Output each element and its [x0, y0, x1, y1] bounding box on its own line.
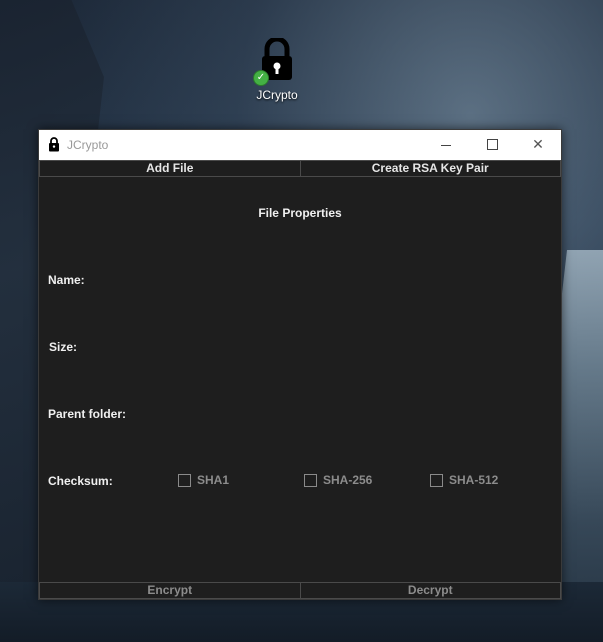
- checkbox-box: [304, 473, 317, 487]
- add-file-button[interactable]: Add File: [39, 160, 301, 177]
- sha256-label: SHA-256: [323, 473, 373, 487]
- window-title: JCrypto: [67, 138, 109, 152]
- parent-folder-label: Parent folder:: [48, 407, 127, 421]
- create-rsa-key-pair-button[interactable]: Create RSA Key Pair: [300, 160, 561, 177]
- top-toolbar: Add File Create RSA Key Pair: [39, 160, 561, 177]
- decrypt-button[interactable]: Decrypt: [300, 582, 561, 599]
- maximize-icon: [487, 139, 498, 150]
- sha256-checkbox[interactable]: SHA-256: [304, 473, 372, 487]
- encrypt-button[interactable]: Encrypt: [39, 582, 301, 599]
- checksum-label: Checksum:: [48, 474, 113, 488]
- desktop-icon-label: JCrypto: [256, 88, 298, 102]
- checkmark-badge-icon: ✓: [253, 70, 269, 86]
- padlock-icon: [49, 137, 59, 152]
- bottom-action-bar: Encrypt Decrypt: [39, 582, 561, 599]
- app-window: JCrypto ✕ Add File Create RSA Key Pair F…: [38, 129, 562, 600]
- close-icon: ✕: [532, 137, 544, 153]
- file-properties-heading: File Properties: [258, 206, 342, 220]
- sha1-checkbox[interactable]: SHA1: [178, 473, 229, 487]
- size-label: Size:: [49, 340, 78, 354]
- checkbox-box: [178, 473, 191, 487]
- name-label: Name:: [48, 273, 85, 287]
- sha512-label: SHA-512: [449, 473, 499, 487]
- minimize-button[interactable]: [423, 130, 469, 160]
- close-button[interactable]: ✕: [515, 130, 561, 160]
- minimize-icon: [441, 145, 451, 146]
- sha1-label: SHA1: [197, 473, 230, 487]
- checkbox-box: [430, 473, 443, 487]
- title-bar[interactable]: JCrypto ✕: [39, 130, 561, 160]
- maximize-button[interactable]: [469, 130, 515, 160]
- desktop-shortcut-jcrypto[interactable]: ✓ JCrypto: [249, 36, 305, 108]
- sha512-checkbox[interactable]: SHA-512: [430, 473, 498, 487]
